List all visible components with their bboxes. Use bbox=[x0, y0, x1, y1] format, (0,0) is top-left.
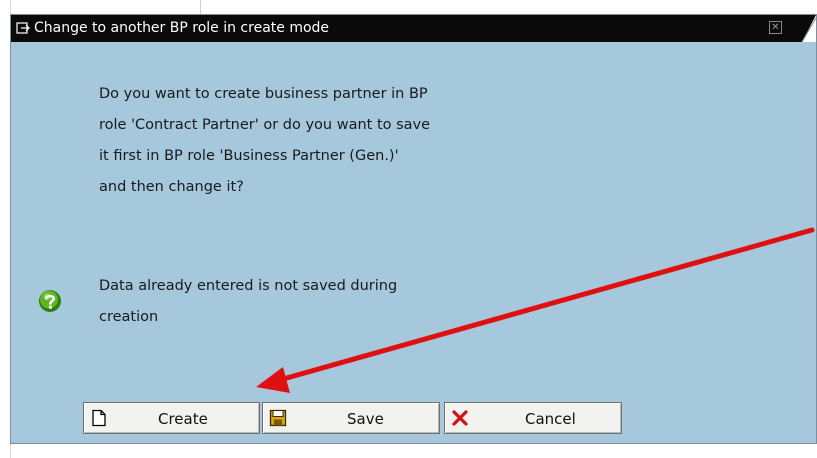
dialog-message: Do you want to create business partner i… bbox=[99, 79, 569, 203]
note-line: creation bbox=[99, 309, 159, 325]
save-icon bbox=[269, 409, 287, 427]
screen: Change to another BP role in create mode… bbox=[0, 0, 817, 458]
message-line: and then change it? bbox=[99, 179, 244, 195]
dialog-note: Data already entered is not saved during… bbox=[99, 271, 569, 333]
message-line: it first in BP role 'Business Partner (G… bbox=[99, 148, 399, 164]
background-divider bbox=[200, 0, 201, 14]
message-line: Do you want to create business partner i… bbox=[99, 86, 428, 102]
confirmation-dialog: Change to another BP role in create mode… bbox=[10, 14, 817, 444]
create-button-label: Create bbox=[158, 410, 208, 428]
question-icon bbox=[39, 290, 61, 312]
message-line: role 'Contract Partner' or do you want t… bbox=[99, 117, 431, 133]
new-document-icon bbox=[92, 409, 106, 427]
cancel-x-icon bbox=[452, 410, 468, 426]
dialog-title: Change to another BP role in create mode bbox=[34, 20, 330, 36]
save-button[interactable]: Save bbox=[262, 402, 440, 434]
close-icon[interactable]: ✕ bbox=[769, 21, 782, 34]
dialog-titlebar[interactable]: Change to another BP role in create mode… bbox=[11, 15, 816, 42]
cancel-button[interactable]: Cancel bbox=[444, 402, 622, 434]
save-button-label: Save bbox=[347, 410, 384, 428]
cancel-button-label: Cancel bbox=[525, 410, 576, 428]
titlebar-corner bbox=[801, 15, 816, 42]
create-button[interactable]: Create bbox=[83, 402, 260, 434]
window-menu-icon[interactable] bbox=[16, 21, 30, 35]
note-line: Data already entered is not saved during bbox=[99, 278, 398, 294]
